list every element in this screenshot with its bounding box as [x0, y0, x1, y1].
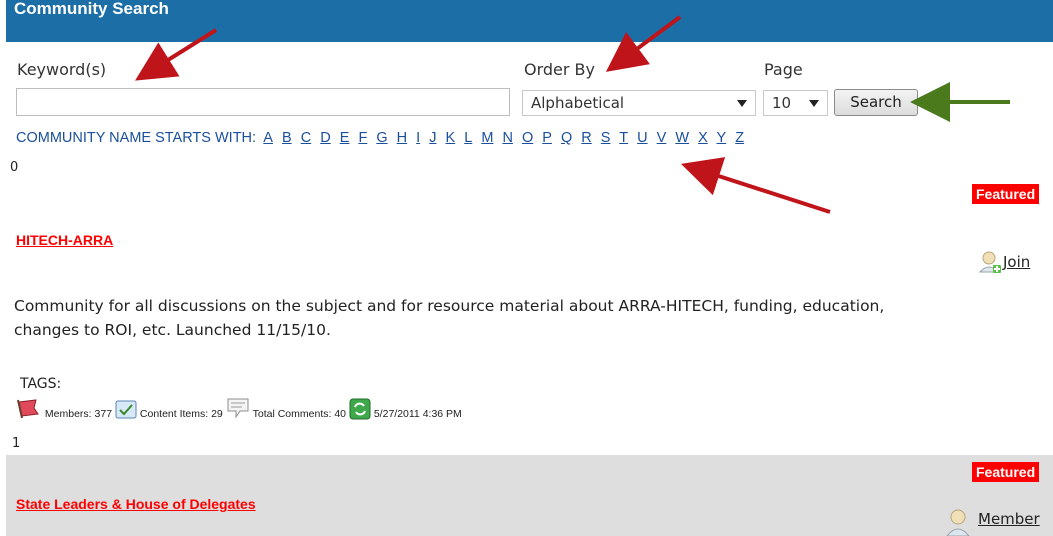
page-title: Community Search — [14, 0, 169, 18]
letter-d-link[interactable]: D — [320, 130, 330, 146]
letter-o-link[interactable]: O — [522, 130, 533, 146]
keyword-input[interactable] — [16, 88, 510, 116]
featured-badge: Featured — [972, 184, 1040, 204]
chevron-down-icon — [737, 100, 747, 107]
letter-n-link[interactable]: N — [502, 130, 512, 146]
keywords-label: Keyword(s) — [17, 60, 107, 79]
letter-t-link[interactable]: T — [619, 130, 628, 146]
order-by-value: Alphabetical — [531, 94, 625, 112]
comment-icon — [227, 398, 249, 419]
alphabet-filter: COMMUNITY NAME STARTS WITH: A B C D E F … — [16, 130, 749, 146]
join-link[interactable]: Join — [1003, 253, 1030, 271]
community-title-link[interactable]: HITECH-ARRA — [16, 232, 113, 248]
featured-badge: Featured — [972, 462, 1040, 482]
members-count: Members: 377 — [44, 408, 113, 420]
order-by-select[interactable]: Alphabetical — [522, 90, 756, 116]
community-stats: Members: 377 Content Items: 29 Total Com… — [16, 396, 462, 426]
order-by-label: Order By — [524, 60, 595, 79]
letter-s-link[interactable]: S — [601, 130, 611, 146]
letter-l-link[interactable]: L — [464, 130, 472, 146]
letter-c-link[interactable]: C — [301, 130, 311, 146]
letter-g-link[interactable]: G — [376, 130, 387, 146]
page-label: Page — [764, 60, 803, 79]
letter-b-link[interactable]: B — [282, 130, 292, 146]
letter-a-link[interactable]: A — [263, 130, 273, 146]
page-value: 10 — [772, 94, 792, 112]
letter-k-link[interactable]: K — [446, 130, 456, 146]
community-title-link[interactable]: State Leaders & House of Delegates — [16, 496, 256, 512]
letter-z-link[interactable]: Z — [735, 130, 744, 146]
letter-h-link[interactable]: H — [397, 130, 407, 146]
letter-y-link[interactable]: Y — [717, 130, 727, 146]
tags-label: TAGS: — [20, 376, 62, 392]
red-arrow-alphabet — [680, 157, 831, 214]
total-comments-count: Total Comments: 40 — [252, 408, 346, 420]
letter-q-link[interactable]: Q — [561, 130, 572, 146]
header-bar: Community Search — [6, 0, 1053, 42]
letter-m-link[interactable]: M — [481, 130, 493, 146]
letter-f-link[interactable]: F — [358, 130, 367, 146]
member-link[interactable]: Member — [978, 510, 1040, 528]
letter-v-link[interactable]: V — [657, 130, 667, 146]
alphabet-prefix: COMMUNITY NAME STARTS WITH: — [16, 130, 257, 146]
user-icon — [946, 509, 970, 536]
content-icon — [115, 400, 137, 419]
user-add-icon[interactable] — [978, 250, 1002, 274]
community-description: Community for all discussions on the sub… — [14, 297, 885, 339]
letter-r-link[interactable]: R — [581, 130, 591, 146]
letter-e-link[interactable]: E — [340, 130, 350, 146]
letter-w-link[interactable]: W — [675, 130, 689, 146]
letter-p-link[interactable]: P — [542, 130, 552, 146]
result-index: 0 — [10, 160, 19, 175]
last-updated: 5/27/2011 4:36 PM — [373, 408, 462, 420]
refresh-icon — [349, 398, 371, 420]
letter-u-link[interactable]: U — [637, 130, 647, 146]
letter-j-link[interactable]: J — [429, 130, 436, 146]
letter-x-link[interactable]: X — [698, 130, 708, 146]
result-index: 1 — [12, 436, 21, 451]
search-button[interactable]: Search — [834, 89, 918, 116]
page-select[interactable]: 10 — [763, 90, 828, 116]
chevron-down-icon — [809, 100, 819, 107]
flag-icon — [17, 399, 39, 419]
content-items-count: Content Items: 29 — [139, 408, 223, 420]
letter-i-link[interactable]: I — [416, 130, 420, 146]
